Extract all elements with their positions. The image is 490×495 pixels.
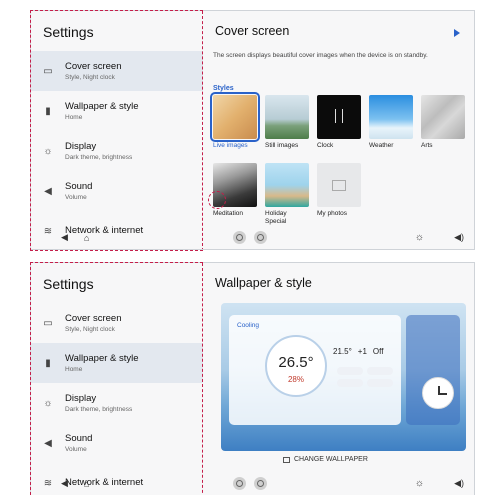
cover-screen-description: The screen displays beautiful cover imag… xyxy=(213,52,428,59)
play-icon[interactable] xyxy=(454,29,460,37)
style-live-images[interactable]: Live images xyxy=(210,92,260,150)
stat-value: +1 xyxy=(357,347,367,356)
highlight-frame-bottom xyxy=(30,262,203,495)
highlight-frame-top xyxy=(30,10,203,251)
photo-icon xyxy=(332,179,346,191)
settings-gear-icon[interactable] xyxy=(254,230,267,244)
style-holiday-special[interactable]: Holiday Special xyxy=(265,163,309,226)
style-label: Live images xyxy=(213,142,248,149)
style-clock[interactable]: Clock xyxy=(317,95,361,150)
humidity-value: 28% xyxy=(287,375,304,384)
theme-icon[interactable] xyxy=(233,230,246,244)
live-images-thumbnail xyxy=(210,92,260,142)
style-weather[interactable]: Weather xyxy=(369,95,413,150)
style-still-images[interactable]: Still images xyxy=(265,95,309,150)
preview-home-card: Cooling 26.5° 28% 21.5° +1 Off xyxy=(229,315,401,425)
temperature-dial: 26.5° 28% xyxy=(265,335,327,397)
style-arts[interactable]: Arts xyxy=(421,95,465,150)
clock-widget-icon xyxy=(422,377,454,409)
target-temperature: 26.5° xyxy=(278,354,314,371)
style-my-photos[interactable]: My photos xyxy=(317,163,361,218)
theme-icon[interactable] xyxy=(233,476,246,490)
weather-thumbnail xyxy=(369,95,413,139)
highlight-circle xyxy=(208,191,226,209)
still-images-thumbnail xyxy=(265,95,309,139)
brightness-icon[interactable]: ☼ xyxy=(415,478,424,489)
stat-value: Off xyxy=(372,347,384,356)
cooling-mode-label: Cooling xyxy=(237,322,260,329)
brightness-icon[interactable]: ☼ xyxy=(415,232,424,243)
style-label: Weather xyxy=(369,142,394,149)
change-wallpaper-button[interactable]: CHANGE WALLPAPER xyxy=(283,456,368,463)
style-label: Meditation xyxy=(213,210,243,217)
preview-side-card xyxy=(406,315,460,425)
quick-bar: ☼ ◀) xyxy=(233,475,464,491)
volume-icon[interactable]: ◀) xyxy=(454,478,464,489)
wallpaper-icon xyxy=(283,456,290,463)
preview-pill xyxy=(337,379,363,387)
wallpaper-panel: Wallpaper & style Cooling 26.5° 28% 21.5… xyxy=(203,263,474,495)
change-wallpaper-label: CHANGE WALLPAPER xyxy=(294,456,368,463)
holiday-special-thumbnail xyxy=(265,163,309,207)
cover-screen-panel: Cover screen The screen displays beautif… xyxy=(203,11,474,249)
preview-pill xyxy=(367,367,393,375)
volume-icon[interactable]: ◀) xyxy=(454,232,464,243)
preview-stats: 21.5° +1 Off xyxy=(333,345,383,356)
style-label: Clock xyxy=(317,142,334,149)
style-label: Holiday Special xyxy=(265,210,287,225)
clock-thumbnail xyxy=(317,95,361,139)
style-label: Still images xyxy=(265,142,299,149)
quick-bar: ☼ ◀) xyxy=(233,229,464,245)
style-label: My photos xyxy=(317,210,347,217)
styles-section-label: Styles xyxy=(213,85,234,92)
style-label: Arts xyxy=(421,142,433,149)
page-title: Cover screen xyxy=(215,24,290,38)
stat-value: 21.5° xyxy=(333,347,352,356)
wallpaper-preview[interactable]: Cooling 26.5° 28% 21.5° +1 Off xyxy=(221,303,466,451)
settings-gear-icon[interactable] xyxy=(254,476,267,490)
preview-pill xyxy=(337,367,363,375)
preview-pill xyxy=(367,379,393,387)
page-title: Wallpaper & style xyxy=(215,276,312,290)
arts-thumbnail xyxy=(421,95,465,139)
my-photos-thumbnail xyxy=(317,163,361,207)
